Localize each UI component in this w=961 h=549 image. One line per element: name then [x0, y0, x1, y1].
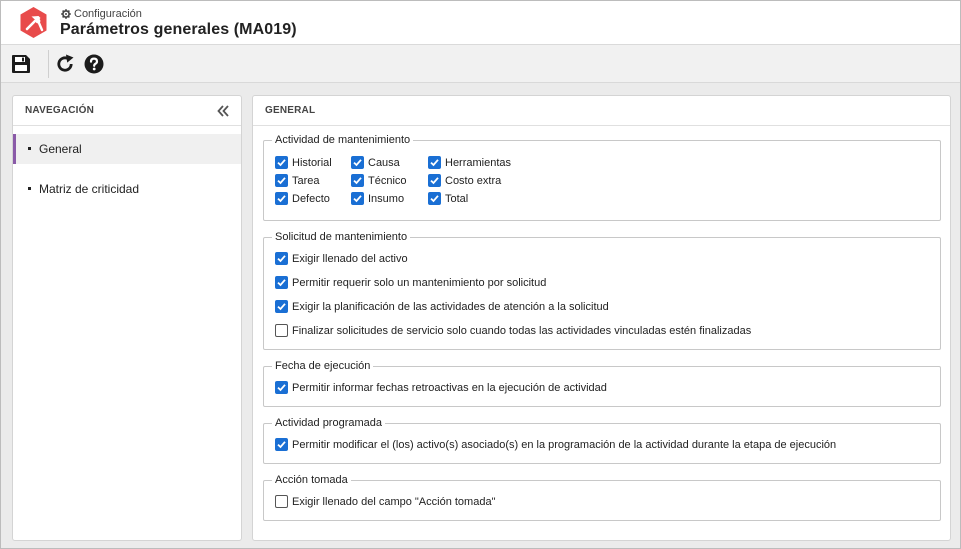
checkbox-label: Defecto: [292, 192, 330, 205]
navigation-list: General Matriz de criticidad: [13, 126, 241, 204]
help-button[interactable]: [83, 53, 105, 75]
group-actividad-programada: Actividad programada Permitir modificar …: [263, 417, 941, 464]
group-solicitud-mantenimiento: Solicitud de mantenimiento Exigir llenad…: [263, 231, 941, 350]
checkbox-checked-icon: [351, 192, 364, 205]
checkbox-label: Causa: [368, 156, 400, 169]
checkbox-label: Insumo: [368, 192, 405, 205]
group-legend: Solicitud de mantenimiento: [272, 231, 411, 244]
gear-icon: [61, 9, 71, 19]
tools-logo-icon: [20, 7, 47, 38]
breadcrumb-label: Configuración: [74, 8, 142, 20]
refresh-button[interactable]: [54, 53, 76, 75]
help-icon: [84, 54, 104, 74]
bullet-icon: [28, 187, 31, 190]
checkbox-exigir-accion-tomada[interactable]: Exigir llenado del campo "Acción tomada": [275, 495, 495, 508]
breadcrumb[interactable]: Configuración: [61, 8, 142, 20]
page-title: Parámetros generales (MA019): [60, 21, 297, 38]
general-title: GENERAL: [265, 105, 316, 116]
checkbox-exigir-llenado-activo[interactable]: Exigir llenado del activo: [275, 252, 408, 265]
checkbox-unchecked-icon: [275, 324, 288, 337]
page-header: Configuración Parámetros generales (MA01…: [1, 1, 960, 45]
save-button[interactable]: [10, 53, 32, 75]
checkbox-tecnico[interactable]: Técnico: [351, 174, 407, 187]
checkbox-herramientas[interactable]: Herramientas: [428, 156, 511, 169]
checkbox-unchecked-icon: [275, 495, 288, 508]
nav-item-label: Matriz de criticidad: [39, 182, 140, 196]
checkbox-causa[interactable]: Causa: [351, 156, 400, 169]
checkbox-label: Costo extra: [445, 174, 502, 187]
checkbox-label: Herramientas: [445, 156, 512, 169]
navigation-header: NAVEGACIÓN: [13, 96, 241, 126]
checkbox-defecto[interactable]: Defecto: [275, 192, 330, 205]
refresh-icon: [57, 54, 74, 72]
group-legend: Fecha de ejecución: [272, 360, 374, 373]
checkbox-checked-icon: [275, 156, 288, 169]
checkbox-finalizar-solicitudes[interactable]: Finalizar solicitudes de servicio solo c…: [275, 324, 751, 337]
checkbox-label: Historial: [292, 156, 332, 169]
checkbox-label: Permitir modificar el (los) activo(s) as…: [292, 438, 837, 451]
group-legend: Actividad programada: [272, 417, 386, 430]
checkbox-checked-icon: [351, 156, 364, 169]
checkbox-checked-icon: [275, 174, 288, 187]
checkbox-checked-icon: [275, 252, 288, 265]
checkbox-label: Tarea: [292, 174, 320, 187]
checkbox-label: Exigir llenado del campo "Acción tomada": [292, 495, 496, 508]
nav-item-general[interactable]: General: [13, 134, 241, 164]
checkbox-checked-icon: [275, 438, 288, 451]
checkbox-checked-icon: [275, 381, 288, 394]
nav-item-label: General: [39, 142, 82, 156]
checkbox-label: Exigir la planificación de las actividad…: [292, 300, 609, 313]
group-fecha-ejecucion: Fecha de ejecución Permitir informar fec…: [263, 360, 941, 407]
checkbox-label: Exigir llenado del activo: [292, 252, 408, 265]
checkbox-checked-icon: [275, 276, 288, 289]
checkbox-label: Técnico: [368, 174, 407, 187]
general-header: GENERAL: [253, 96, 950, 126]
group-legend: Acción tomada: [272, 474, 351, 487]
checkbox-un-mantenimiento-por-solicitud[interactable]: Permitir requerir solo un mantenimiento …: [275, 276, 546, 289]
checkbox-label: Permitir requerir solo un mantenimiento …: [292, 276, 547, 289]
group-actividad-mantenimiento: Actividad de mantenimiento Historial Cau…: [263, 134, 941, 221]
checkbox-tarea[interactable]: Tarea: [275, 174, 320, 187]
checkbox-costo-extra[interactable]: Costo extra: [428, 174, 501, 187]
toolbar: [1, 45, 960, 83]
checkbox-total[interactable]: Total: [428, 192, 468, 205]
general-panel: GENERAL Actividad de mantenimiento Histo…: [252, 95, 951, 541]
nav-item-matriz-criticidad[interactable]: Matriz de criticidad: [13, 174, 241, 204]
checkbox-exigir-planificacion[interactable]: Exigir la planificación de las actividad…: [275, 300, 609, 313]
checkbox-label: Total: [445, 192, 469, 205]
checkbox-fechas-retroactivas[interactable]: Permitir informar fechas retroactivas en…: [275, 381, 607, 394]
checkbox-label: Finalizar solicitudes de servicio solo c…: [292, 324, 752, 337]
collapse-double-chevron-icon[interactable]: [216, 104, 230, 118]
group-legend: Actividad de mantenimiento: [272, 134, 414, 147]
checkbox-checked-icon: [428, 192, 441, 205]
bullet-icon: [28, 147, 31, 150]
save-icon: [12, 55, 30, 73]
checkbox-checked-icon: [351, 174, 364, 187]
checkbox-insumo[interactable]: Insumo: [351, 192, 404, 205]
navigation-panel: NAVEGACIÓN General Matriz de criticidad: [12, 95, 242, 541]
checkbox-modificar-activos[interactable]: Permitir modificar el (los) activo(s) as…: [275, 438, 836, 451]
checkbox-checked-icon: [428, 174, 441, 187]
checkbox-label: Permitir informar fechas retroactivas en…: [292, 381, 607, 394]
app-window: Configuración Parámetros generales (MA01…: [0, 0, 961, 549]
toolbar-divider: [48, 50, 49, 78]
group-accion-tomada: Acción tomada Exigir llenado del campo "…: [263, 474, 941, 521]
checkbox-checked-icon: [275, 300, 288, 313]
checkbox-checked-icon: [275, 192, 288, 205]
checkbox-checked-icon: [428, 156, 441, 169]
navigation-title: NAVEGACIÓN: [25, 105, 95, 116]
checkbox-historial[interactable]: Historial: [275, 156, 332, 169]
